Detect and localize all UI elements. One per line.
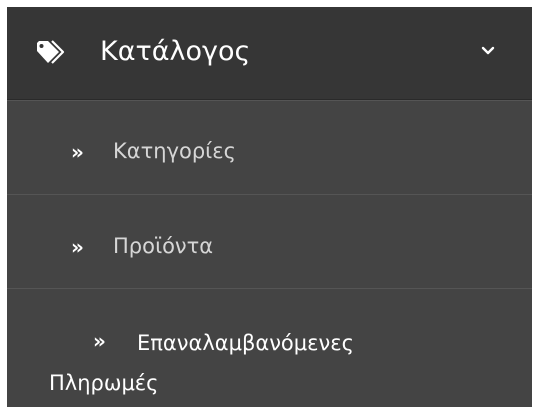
menu-item-recurring-payments[interactable]: » Επαναλαμβανόμενες Πληρωμές (7, 288, 532, 407)
double-chevron-right-icon: » (71, 140, 84, 164)
menu-item-products[interactable]: » Προϊόντα (7, 194, 532, 288)
menu-item-categories[interactable]: » Κατηγορίες (7, 100, 532, 194)
catalog-menu: Κατάλογος » Κατηγορίες » Προϊόντα » Επαν… (7, 7, 532, 407)
menu-item-label: Προϊόντα (113, 234, 214, 258)
tags-icon (37, 40, 65, 64)
double-chevron-right-icon: » (71, 235, 84, 259)
catalog-menu-header[interactable]: Κατάλογος (7, 7, 532, 100)
menu-item-label-line-2: Πληρωμές (49, 371, 159, 395)
menu-item-label-line-1: Επαναλαμβανόμενες (137, 331, 354, 355)
catalog-label: Κατάλογος (100, 36, 251, 67)
menu-item-label: Κατηγορίες (113, 139, 236, 163)
chevron-down-icon[interactable] (480, 45, 496, 57)
double-chevron-right-icon: » (93, 329, 106, 353)
